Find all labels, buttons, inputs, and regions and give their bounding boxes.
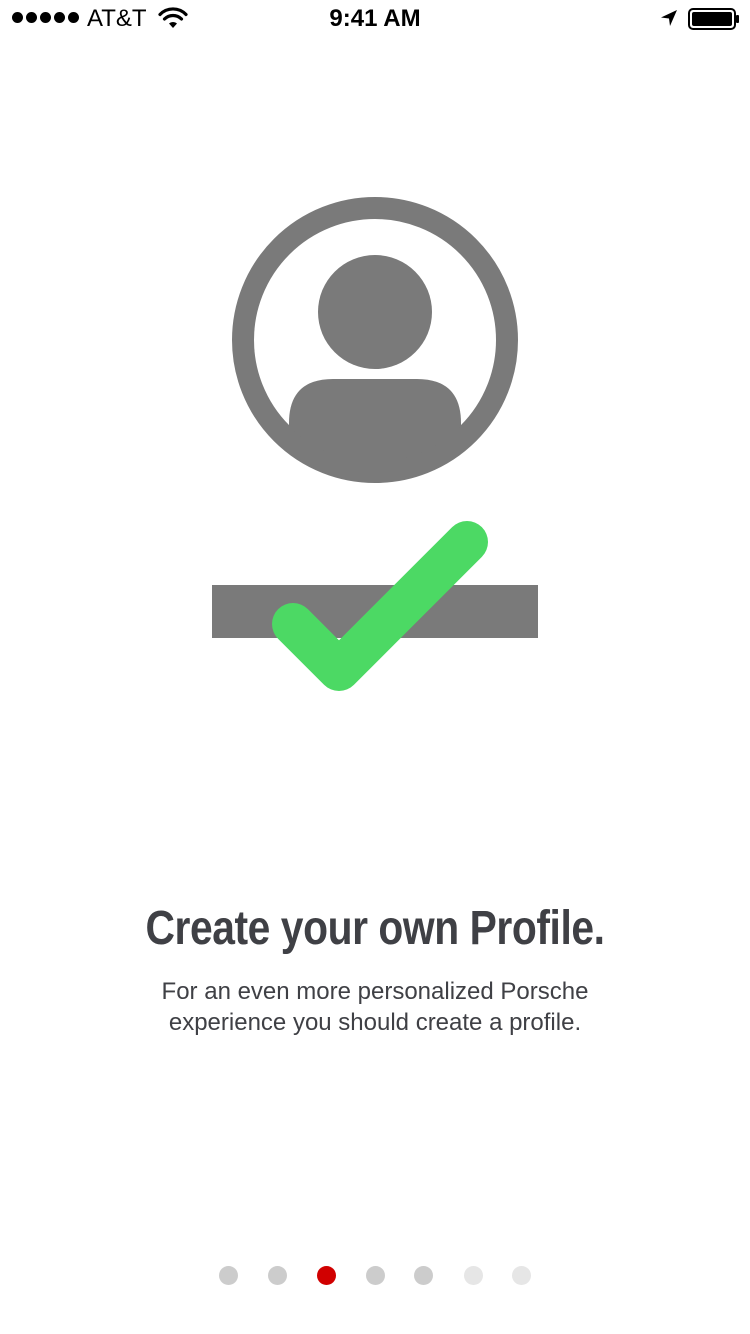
location-arrow-icon — [661, 10, 677, 26]
page-indicator[interactable] — [0, 1266, 750, 1286]
status-bar: AT&T 9:41 AM — [0, 0, 750, 40]
status-time: 9:41 AM — [329, 5, 421, 32]
page-dot-2[interactable] — [268, 1266, 287, 1285]
profile-avatar-icon — [232, 197, 518, 483]
page-dot-1[interactable] — [219, 1266, 238, 1285]
page-dot-4[interactable] — [366, 1266, 385, 1285]
battery-icon — [688, 8, 739, 30]
profile-illustration — [212, 197, 538, 691]
onboarding-description: For an even more personalized Porsche ex… — [161, 978, 589, 1036]
page-dot-3[interactable] — [317, 1266, 336, 1285]
page-dot-7[interactable] — [512, 1266, 531, 1285]
page-dot-6[interactable] — [464, 1266, 483, 1285]
page-dot-5[interactable] — [414, 1266, 433, 1285]
onboarding-title: Create your own Profile. — [145, 902, 605, 955]
